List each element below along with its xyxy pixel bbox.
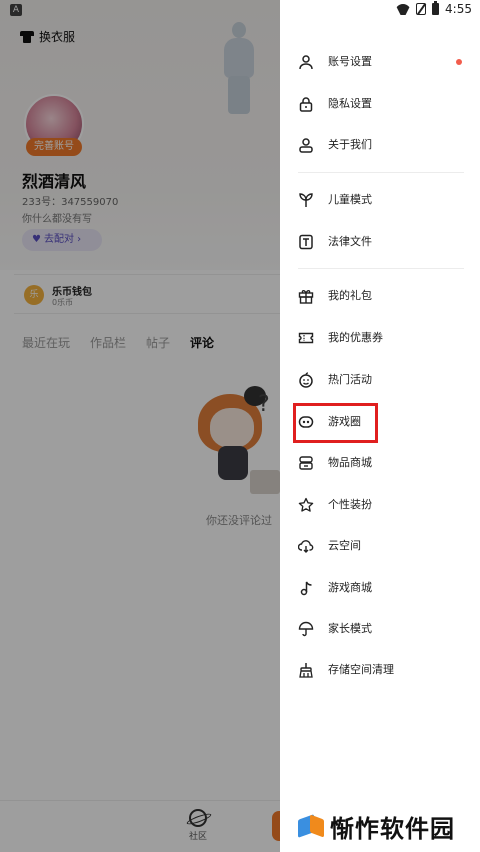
menu-label: 我的优惠券: [328, 331, 383, 344]
menu-label: 存储空间清理: [328, 663, 394, 676]
menu-label: 法律文件: [328, 235, 372, 248]
user-outline-icon: [298, 137, 314, 153]
broom-icon: [298, 662, 314, 678]
lock-icon: [298, 96, 314, 112]
person-icon: [298, 54, 314, 70]
menu-cloud-space[interactable]: 云空间: [280, 526, 480, 566]
menu-divider: [298, 268, 464, 269]
coupon-icon: [298, 330, 314, 346]
menu-label: 家长模式: [328, 622, 372, 635]
menu-label: 账号设置: [328, 55, 372, 68]
menu-my-gifts[interactable]: 我的礼包: [280, 276, 480, 316]
no-sim-icon: [416, 3, 427, 15]
umbrella-icon: [298, 621, 314, 637]
menu-privacy-settings[interactable]: 隐私设置: [280, 84, 480, 124]
music-note-icon: [298, 580, 314, 596]
menu-label: 热门活动: [328, 373, 372, 386]
watermark: 惭怍软件园: [298, 808, 455, 844]
menu-game-store[interactable]: 游戏商城: [280, 568, 480, 608]
menu-about-us[interactable]: 关于我们: [280, 125, 480, 165]
highlight-annotation: [293, 403, 378, 443]
menu-legal-docs[interactable]: 法律文件: [280, 222, 480, 262]
menu-divider: [298, 172, 464, 173]
menu-label: 物品商城: [328, 456, 372, 469]
menu-hot-events[interactable]: 热门活动: [280, 360, 480, 400]
menu-label: 隐私设置: [328, 97, 372, 110]
notification-dot: [456, 59, 462, 65]
document-t-icon: [298, 234, 314, 250]
menu-label: 关于我们: [328, 138, 372, 151]
menu-account-settings[interactable]: 账号设置: [280, 42, 480, 82]
star-outline-icon: [298, 497, 314, 513]
watermark-logo-icon: [298, 813, 324, 839]
menu-label: 云空间: [328, 539, 361, 552]
menu-label: 游戏商城: [328, 581, 372, 594]
menu-storage-cleanup[interactable]: 存储空间清理: [280, 650, 480, 690]
menu-my-coupons[interactable]: 我的优惠券: [280, 318, 480, 358]
watermark-text: 惭怍软件园: [330, 814, 455, 843]
menu-personal-dressup[interactable]: 个性装扮: [280, 485, 480, 525]
cloud-download-icon: [298, 538, 314, 554]
sprout-icon: [298, 192, 314, 208]
status-bar: 4:55: [396, 1, 472, 16]
status-time: 4:55: [445, 2, 472, 16]
menu-label: 我的礼包: [328, 289, 372, 302]
menu-label: 个性装扮: [328, 498, 372, 511]
menu-label: 儿童模式: [328, 193, 372, 206]
wifi-icon: [396, 3, 410, 15]
smiley-icon: [298, 372, 314, 388]
gift-icon: [298, 288, 314, 304]
menu-parent-mode[interactable]: 家长模式: [280, 609, 480, 649]
menu-item-store[interactable]: 物品商城: [280, 443, 480, 483]
battery-icon: [432, 1, 440, 15]
store-icon: [298, 455, 314, 471]
menu-kids-mode[interactable]: 儿童模式: [280, 180, 480, 220]
